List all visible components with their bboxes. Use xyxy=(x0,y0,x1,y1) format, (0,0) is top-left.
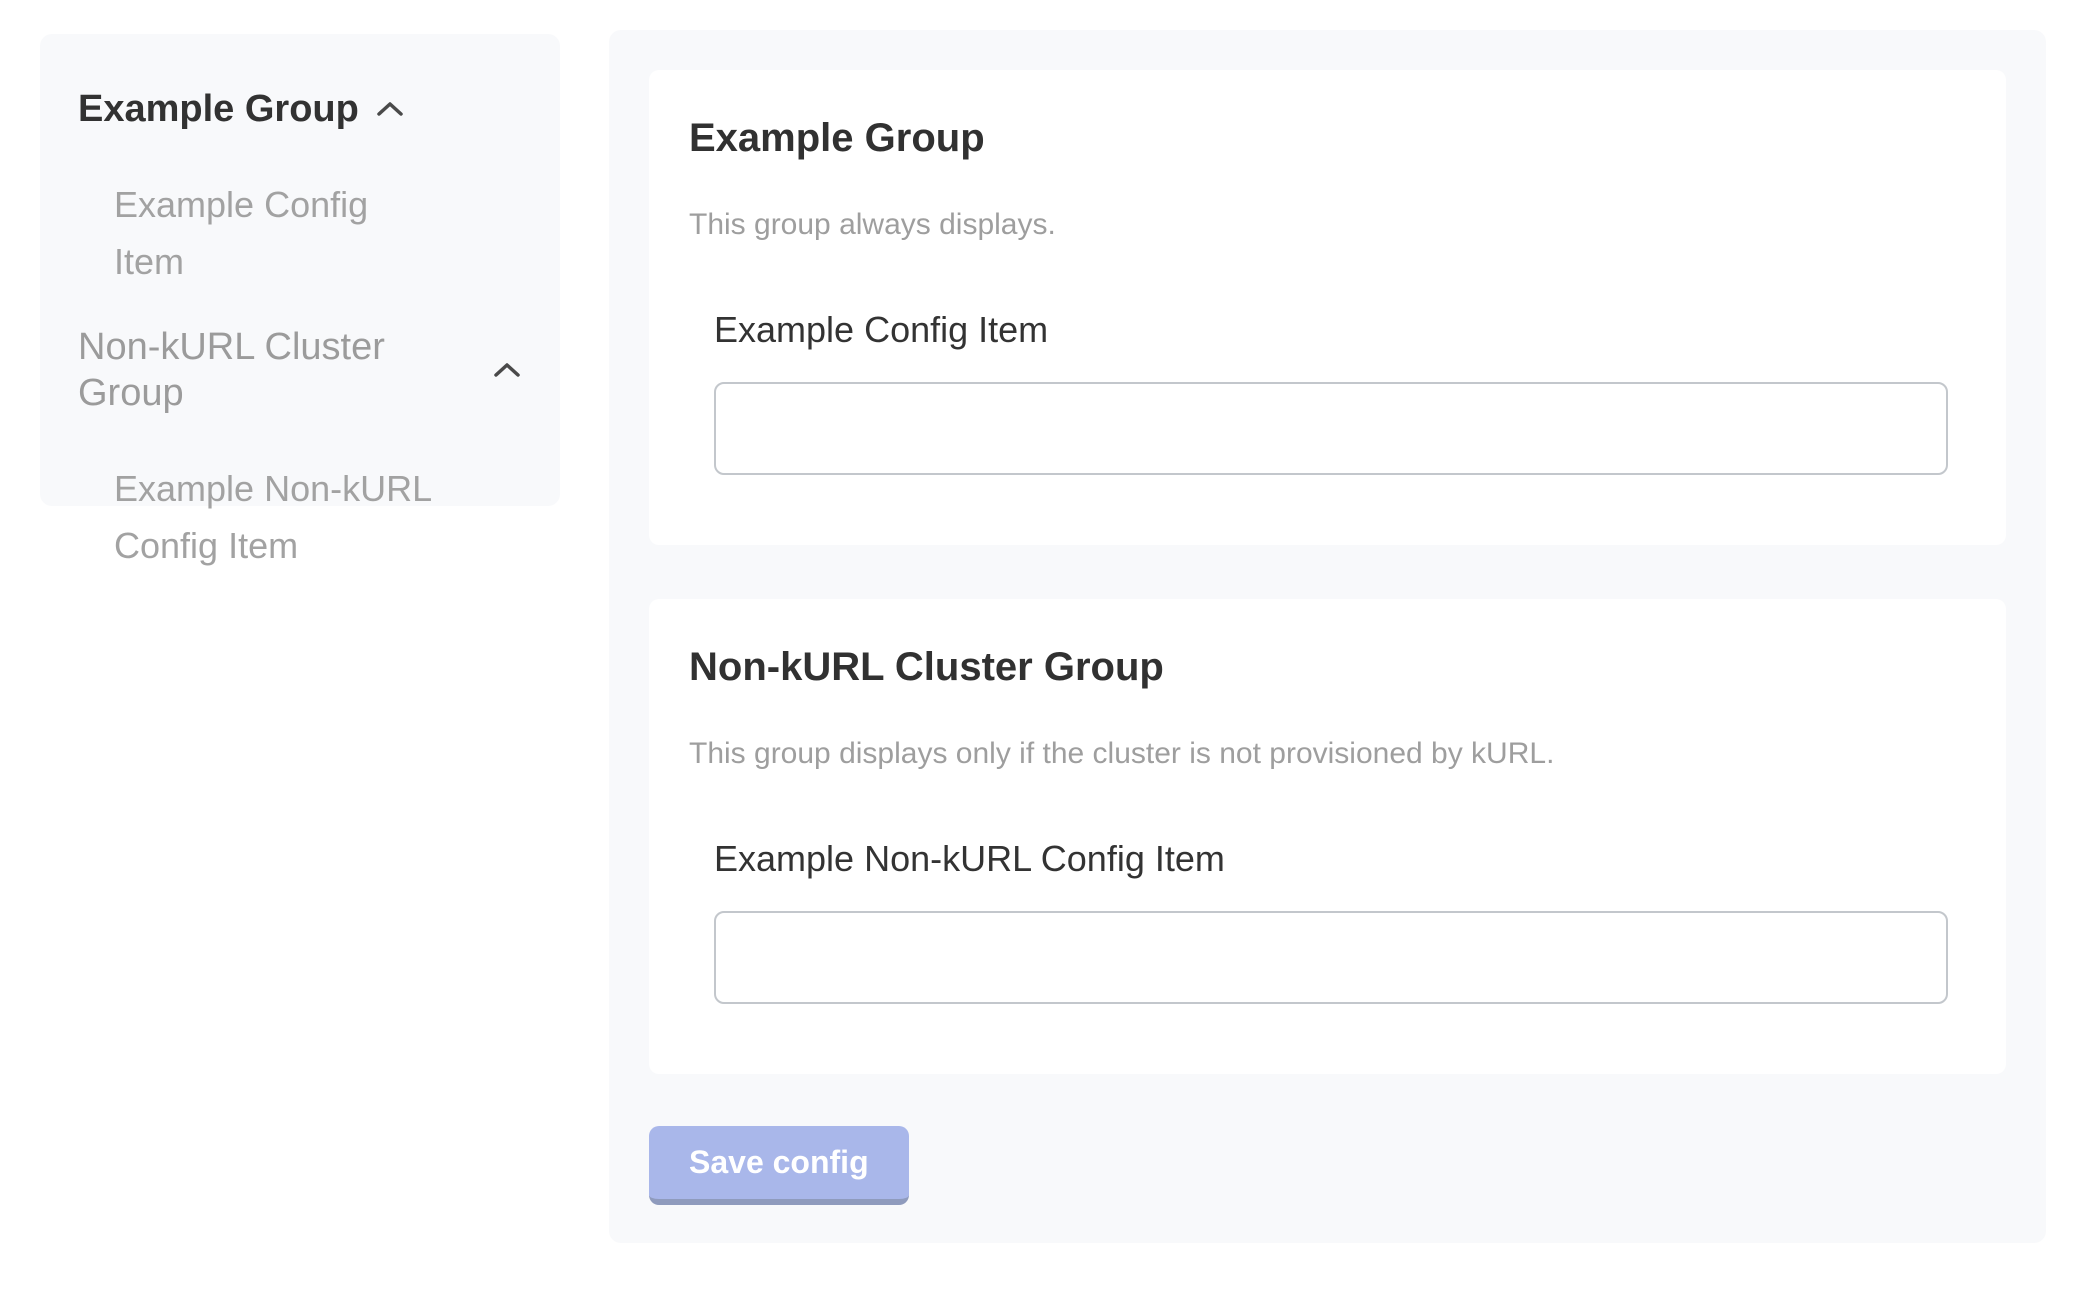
config-group-card-example-group: Example Group This group always displays… xyxy=(649,70,2006,545)
group-description: This group displays only if the cluster … xyxy=(689,735,1966,773)
chevron-up-icon[interactable] xyxy=(375,99,405,119)
group-description: This group always displays. xyxy=(689,206,1966,244)
sidebar-group-example-group[interactable]: Example Group xyxy=(78,86,522,132)
config-item-label: Example Config Item xyxy=(714,308,1966,352)
config-item-label: Example Non-kURL Config Item xyxy=(714,837,1966,881)
config-nav-sidebar: Example Group Example Config Item Non-kU… xyxy=(40,34,560,506)
example-config-item-input[interactable] xyxy=(714,382,1948,475)
sidebar-group-non-kurl-cluster-group[interactable]: Non-kURL Cluster Group xyxy=(78,324,522,416)
config-group-card-non-kurl-cluster-group: Non-kURL Cluster Group This group displa… xyxy=(649,599,2006,1074)
sidebar-group-label: Non-kURL Cluster Group xyxy=(78,324,476,416)
config-item: Example Config Item xyxy=(714,308,1966,475)
save-button-row: Save config xyxy=(649,1126,2006,1205)
group-title: Example Group xyxy=(689,114,1966,162)
sidebar-group-label: Example Group xyxy=(78,86,359,132)
group-title: Non-kURL Cluster Group xyxy=(689,643,1966,691)
config-item: Example Non-kURL Config Item xyxy=(714,837,1966,1004)
save-config-button[interactable]: Save config xyxy=(649,1126,909,1205)
chevron-up-icon[interactable] xyxy=(492,360,522,380)
sidebar-item-example-config-item[interactable]: Example Config Item xyxy=(114,176,444,290)
config-main-panel: Example Group This group always displays… xyxy=(609,30,2046,1243)
sidebar-item-example-non-kurl-config-item[interactable]: Example Non-kURL Config Item xyxy=(114,460,444,574)
example-non-kurl-config-item-input[interactable] xyxy=(714,911,1948,1004)
